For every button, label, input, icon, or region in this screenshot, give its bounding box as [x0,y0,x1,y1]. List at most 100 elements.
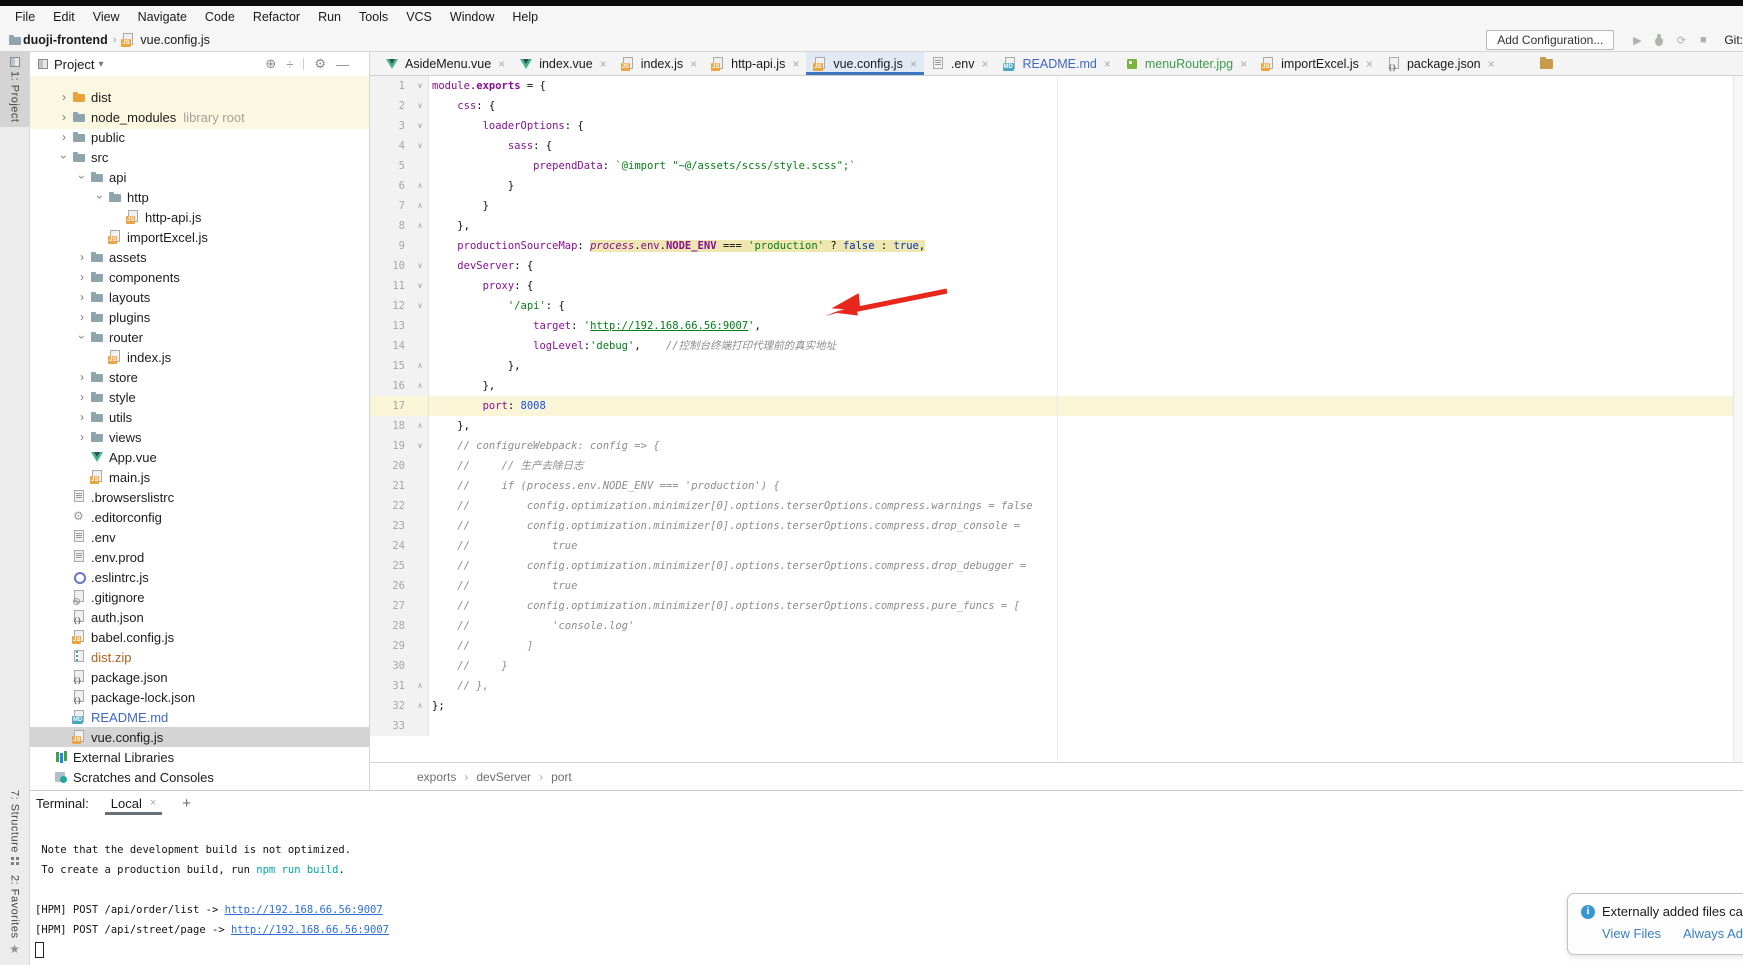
tree-row[interactable]: › public [30,127,369,147]
tree-row[interactable]: › src [30,147,369,167]
add-configuration-button[interactable]: Add Configuration... [1486,30,1614,50]
close-tab-icon[interactable]: × [150,797,156,809]
editor-tab[interactable]: index.js × [614,52,704,75]
chevron-icon[interactable]: › [74,430,90,444]
close-tab-icon[interactable]: × [1104,57,1111,71]
git-branch-label[interactable]: Git: [1724,33,1743,47]
menu-item[interactable]: Run [309,6,350,28]
chevron-icon[interactable]: › [57,149,71,165]
menu-item[interactable]: Edit [44,6,84,28]
tree-row[interactable]: .eslintrc.js [30,567,369,587]
breadcrumb-item[interactable]: devServer [476,770,531,784]
menu-item[interactable]: Help [503,6,547,28]
menu-item[interactable]: View [84,6,129,28]
fold-marker-icon[interactable] [412,556,429,576]
tool-window-button[interactable]: 2: Favorites ★ [9,870,21,961]
tree-row[interactable]: index.js [30,347,369,367]
editor-tab[interactable]: package.json × [1380,52,1502,75]
tree-row[interactable]: dist.zip [30,647,369,667]
close-tab-icon[interactable]: × [981,57,988,71]
tree-row[interactable]: .env [30,527,369,547]
chevron-icon[interactable]: › [74,410,90,424]
fold-marker-icon[interactable]: ∧ [412,216,429,236]
terminal-url-link[interactable]: http://192.168.66.56:9007 [225,904,383,916]
tree-row[interactable]: babel.config.js [30,627,369,647]
close-tab-icon[interactable]: × [690,57,697,71]
menu-item[interactable]: Tools [350,6,397,28]
chevron-icon[interactable]: › [56,130,72,144]
fold-marker-icon[interactable]: ∨ [412,76,429,96]
fold-marker-icon[interactable] [412,576,429,596]
fold-marker-icon[interactable] [412,316,429,336]
tree-row[interactable]: › assets [30,247,369,267]
fold-marker-icon[interactable] [412,636,429,656]
editor-tab[interactable]: README.md × [996,52,1118,75]
menu-item[interactable]: Navigate [129,6,196,28]
terminal-output[interactable]: Note that the development build is not o… [30,815,1743,960]
tree-row[interactable]: .browserslistrc [30,487,369,507]
breadcrumb-file[interactable]: vue.config.js [140,33,209,47]
tool-window-button[interactable]: 7: Structure [9,785,21,870]
tree-row[interactable]: .editorconfig [30,507,369,527]
fold-marker-icon[interactable] [412,236,429,256]
tree-row[interactable]: › api [30,167,369,187]
coverage-icon[interactable]: ⟳ [1670,34,1692,47]
chevron-icon[interactable]: › [74,270,90,284]
breadcrumb-item[interactable]: port [551,770,572,784]
tree-row[interactable]: › components [30,267,369,287]
close-tab-icon[interactable]: × [498,57,505,71]
tree-row[interactable]: package.json [30,667,369,687]
gear-icon[interactable]: ⚙ [314,56,326,72]
menu-item[interactable]: VCS [397,6,441,28]
always-add-link[interactable]: Always Add [1683,926,1743,941]
chevron-icon[interactable]: › [74,370,90,384]
view-files-link[interactable]: View Files [1602,926,1661,941]
fold-marker-icon[interactable]: ∧ [412,696,429,716]
editor-tab[interactable]: importExcel.js × [1254,52,1380,75]
fold-marker-icon[interactable]: ∧ [412,176,429,196]
hide-panel-icon[interactable]: — [336,57,349,72]
tree-row[interactable]: › node_modules library root [30,107,369,127]
locate-file-icon[interactable]: ⊕ [265,56,276,72]
chevron-icon[interactable]: › [74,390,90,404]
chevron-icon[interactable]: › [74,290,90,304]
chevron-icon[interactable]: › [74,250,90,264]
fold-marker-icon[interactable] [412,396,429,416]
editor-tab[interactable]: AsideMenu.vue × [378,52,512,75]
terminal-url-link[interactable]: http://192.168.66.56:9007 [231,924,389,936]
chevron-down-icon[interactable]: ▾ [98,59,103,70]
fold-marker-icon[interactable] [412,336,429,356]
tree-row[interactable]: README.md [30,707,369,727]
menu-item[interactable]: Window [441,6,503,28]
run-icon[interactable]: ▶ [1626,34,1648,47]
fold-marker-icon[interactable] [412,496,429,516]
menu-item[interactable]: File [6,6,44,28]
tree-row[interactable]: http-api.js [30,207,369,227]
fold-marker-icon[interactable] [412,536,429,556]
close-tab-icon[interactable]: × [1240,57,1247,71]
close-tab-icon[interactable]: × [1366,57,1373,71]
tree-row[interactable]: › plugins [30,307,369,327]
chevron-icon[interactable]: › [75,329,89,345]
menu-item[interactable]: Refactor [244,6,309,28]
menu-item[interactable]: Code [196,6,244,28]
tree-row[interactable]: package-lock.json [30,687,369,707]
tool-window-button[interactable]: 1: Project [0,52,29,127]
hidden-tabs-icon[interactable] [1540,59,1553,69]
fold-marker-icon[interactable] [412,616,429,636]
tree-row[interactable]: › style [30,387,369,407]
tree-row[interactable]: .env.prod [30,547,369,567]
editor-area[interactable]: AsideMenu.vue × index.vue × index.js × h… [370,52,1743,790]
tree-row[interactable]: main.js [30,467,369,487]
fold-marker-icon[interactable] [412,156,429,176]
new-terminal-icon[interactable]: + [182,795,191,812]
editor-scrollbar[interactable] [1733,76,1743,763]
collapse-all-icon[interactable]: ÷ [286,57,293,72]
close-tab-icon[interactable]: × [910,57,917,71]
tree-row[interactable]: › router [30,327,369,347]
tree-row[interactable]: Scratches and Consoles [30,767,369,787]
fold-marker-icon[interactable] [412,596,429,616]
tree-row[interactable]: › http [30,187,369,207]
tree-row[interactable]: › views [30,427,369,447]
fold-marker-icon[interactable] [412,516,429,536]
